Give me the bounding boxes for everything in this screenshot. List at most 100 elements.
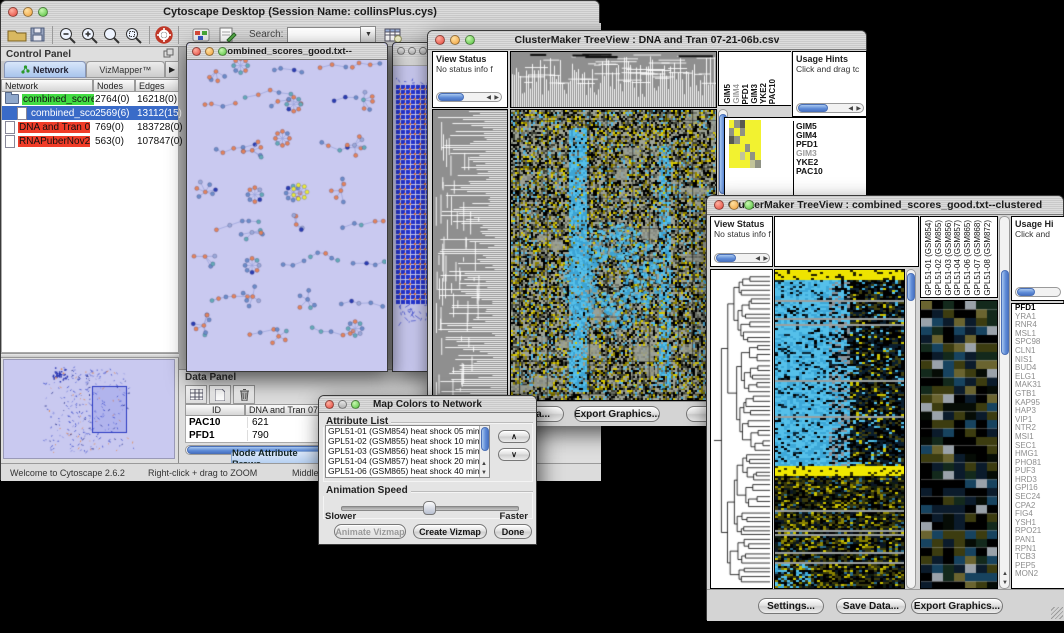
treeview1-titlebar[interactable]: ClusterMaker TreeView : DNA and Tran 07-… [428, 31, 866, 50]
scroll-left-icon[interactable]: ◀ [755, 255, 760, 262]
animate-vizmap-button[interactable]: Animate Vizmap [334, 524, 406, 539]
trash-icon[interactable] [233, 385, 255, 404]
zoom-window-icon[interactable] [351, 400, 360, 409]
save-session-icon[interactable] [28, 26, 48, 43]
new-doc-icon[interactable] [209, 385, 231, 404]
matrix-column-label[interactable]: PAC10 [768, 79, 777, 104]
minimize-icon[interactable] [729, 200, 739, 210]
attribute-list-vscrollbar[interactable]: ▲ ▼ [479, 426, 489, 477]
scroll-down-icon[interactable]: ▼ [1002, 580, 1008, 586]
scroll-left-icon[interactable]: ◀ [486, 94, 491, 101]
slider-thumb[interactable] [423, 501, 436, 515]
zoom-window-icon[interactable] [38, 7, 48, 17]
move-down-button[interactable]: ∨ [498, 448, 530, 461]
network-tree-row[interactable]: combined_sco2569(6)13112(15) [2, 106, 178, 120]
matrix-column-label[interactable]: PFD1 [741, 84, 750, 104]
done-button[interactable]: Done [494, 524, 532, 539]
matrix-cell[interactable] [755, 144, 760, 152]
global-vscrollbar[interactable] [906, 269, 916, 589]
array-column-label[interactable]: GPL51-01 (GSM854) [924, 220, 933, 296]
close-icon[interactable] [435, 35, 445, 45]
dialog-titlebar[interactable]: Map Colors to Network [319, 396, 536, 413]
attribute-list-item[interactable]: GPL51-07 (GSM868) heat shock 60 min [326, 476, 489, 478]
matrix-row-label[interactable]: PAC10 [794, 167, 867, 176]
network-tree-row[interactable]: DNA and Tran 07769(0)183728(0) [2, 120, 178, 134]
settings-button[interactable]: Settings... [758, 598, 824, 614]
heatmap-panel[interactable] [510, 109, 717, 401]
array-column-label[interactable]: GPL51-04 (GSM857) [953, 220, 962, 296]
close-icon[interactable] [192, 47, 201, 56]
matrix-cell[interactable] [755, 136, 760, 144]
resize-grip[interactable] [1051, 607, 1063, 619]
network-tree-row[interactable]: combined_scores2764(0)16218(0) [2, 92, 178, 106]
close-icon[interactable] [714, 200, 724, 210]
column-header-network[interactable]: Network [1, 79, 93, 92]
open-session-icon[interactable] [6, 26, 28, 43]
tab-vizmapper[interactable]: VizMapper™ [86, 61, 166, 78]
animation-speed-slider[interactable] [341, 500, 517, 514]
hscroll-thumb[interactable] [438, 93, 464, 101]
zoom-in-icon[interactable] [79, 26, 101, 44]
network-view-window[interactable]: combined_scores_good.txt--cluste... [186, 42, 388, 372]
scroll-down-icon[interactable]: ▼ [481, 470, 487, 476]
attribute-list-item[interactable]: GPL51-01 (GSM854) heat shock 05 min [326, 426, 489, 436]
array-column-labels[interactable]: GPL51-01 (GSM854)GPL51-02 (GSM855)GPL51-… [920, 216, 998, 298]
minimize-icon[interactable] [23, 7, 33, 17]
matrix-column-label[interactable]: YKE2 [759, 83, 768, 104]
hscroll-thumb[interactable] [716, 254, 736, 262]
hscroll-thumb[interactable] [798, 104, 828, 112]
zoom-window-icon[interactable] [744, 200, 754, 210]
scroll-up-icon[interactable]: ▲ [481, 461, 487, 467]
zoom-out-icon[interactable] [57, 26, 79, 44]
column-dendrogram-panel[interactable] [774, 216, 919, 267]
array-column-label[interactable]: GPL51-06 (GSM865) [963, 220, 972, 296]
network-tree-row[interactable]: RNAPuberNov2+563(0)107847(0) [2, 134, 178, 148]
tab-network[interactable]: Network [4, 61, 86, 78]
attribute-list-item[interactable]: GPL51-04 (GSM857) heat shock 20 min [326, 456, 489, 466]
gene-label[interactable]: MON2 [1012, 570, 1064, 579]
row-dendrogram-panel[interactable] [432, 109, 508, 401]
main-titlebar[interactable]: Cytoscape Desktop (Session Name: collins… [1, 1, 599, 24]
background-network-titlebar[interactable] [393, 43, 431, 59]
minimize-icon[interactable] [338, 400, 347, 409]
attribute-listbox[interactable]: GPL51-01 (GSM854) heat shock 05 minGPL51… [325, 425, 490, 478]
background-network-window[interactable] [392, 42, 432, 372]
search-dropdown-icon[interactable]: ▼ [360, 26, 376, 44]
annotation-icon[interactable] [217, 26, 237, 44]
attribute-list-item[interactable]: GPL51-06 (GSM865) heat shock 40 min [326, 466, 489, 476]
vscroll-thumb[interactable] [481, 427, 489, 451]
similarity-matrix[interactable] [729, 120, 761, 168]
scroll-right-icon[interactable]: ▶ [494, 94, 499, 101]
map-colors-dialog[interactable]: Map Colors to Network Attribute List GPL… [318, 395, 537, 545]
tab-overflow-icon[interactable]: ▶ [165, 61, 179, 78]
zoom-window-icon[interactable] [465, 35, 475, 45]
usage-hints-hscrollbar[interactable] [1015, 287, 1061, 297]
view-status-hscrollbar[interactable]: ◀ ▶ [714, 253, 770, 263]
scroll-right-icon[interactable]: ▶ [763, 255, 768, 262]
matrix-column-label[interactable]: GIM4 [732, 84, 741, 104]
array-column-label[interactable]: GPL51-08 (GSM872) [983, 220, 992, 296]
global-heatmap-panel[interactable] [774, 269, 905, 589]
view-status-hscrollbar[interactable]: ◀ ▶ [436, 92, 502, 102]
minimize-icon[interactable] [205, 47, 214, 56]
minimize-icon[interactable] [450, 35, 460, 45]
export-graphics-button[interactable]: Export Graphics... [911, 598, 1003, 614]
zoom-heatmap-panel[interactable] [920, 300, 998, 589]
matrix-column-labels[interactable]: GIM5GIM4PFD1GIM3YKE2PAC10 [718, 51, 791, 106]
array-column-label[interactable]: GPL51-03 (GSM856) [944, 220, 953, 296]
grid-icon[interactable] [185, 385, 207, 404]
zoomview-vscrollbar[interactable]: ▲ ▼ [999, 216, 1010, 589]
zoom-window-icon[interactable] [218, 47, 227, 56]
vscroll-thumb[interactable] [907, 273, 915, 301]
attribute-list-item[interactable]: GPL51-02 (GSM855) heat shock 10 min [326, 436, 489, 446]
column-header-nodes[interactable]: Nodes [93, 79, 135, 92]
vizmapper-icon[interactable] [191, 26, 211, 44]
array-column-label[interactable]: GPL51-07 (GSM868) [973, 220, 982, 296]
column-header-edges[interactable]: Edges [135, 79, 179, 92]
treeview2-titlebar[interactable]: ClusterMaker TreeView : combined_scores_… [707, 196, 1063, 215]
minimize-icon[interactable] [408, 47, 416, 55]
help-icon[interactable] [154, 26, 174, 44]
attribute-browser-icon[interactable] [383, 26, 403, 44]
matrix-cell[interactable] [755, 120, 760, 128]
search-input[interactable] [287, 27, 360, 43]
